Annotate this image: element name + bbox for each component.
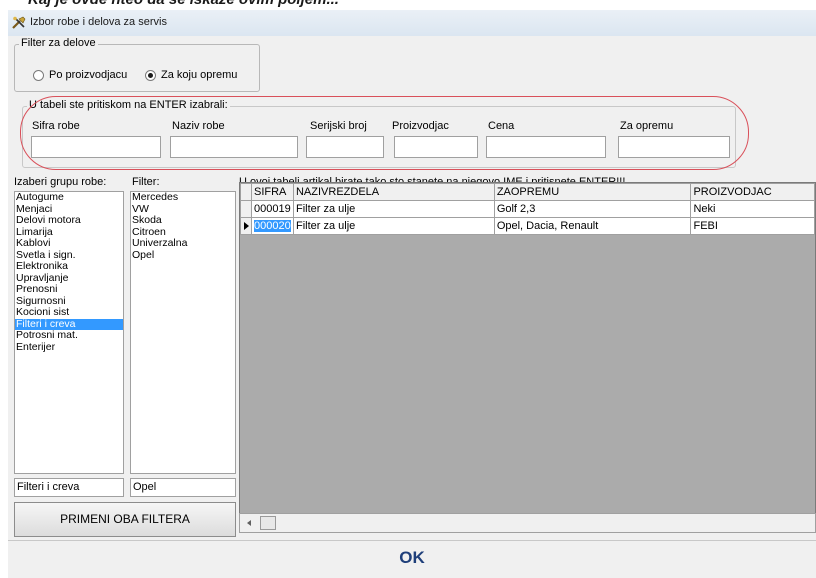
selected-cell-text: 000020	[254, 220, 291, 232]
cell-zaopremu[interactable]: Opel, Dacia, Renault	[493, 217, 692, 235]
title-bar: Izbor robe i delova za servis	[8, 10, 816, 36]
row-indicator	[240, 217, 252, 235]
cena-field[interactable]	[486, 136, 606, 158]
selected-group-field[interactable]: Filteri i creva	[14, 478, 124, 497]
apply-button-label: PRIMENI OBA FILTERA	[60, 512, 190, 526]
cell-proizvodjac[interactable]: Neki	[690, 200, 815, 218]
cell-zaopremu[interactable]: Golf 2,3	[493, 200, 692, 218]
sifra-robe-field[interactable]	[31, 136, 161, 158]
row-indicator-header	[240, 183, 252, 201]
table-header-row: SIFRA NAZIVREZDELA ZAOPREMU PROIZVODJAC	[240, 183, 815, 201]
list-item[interactable]: Enterijer	[15, 341, 123, 354]
articles-grid[interactable]: SIFRA NAZIVREZDELA ZAOPREMU PROIZVODJAC …	[239, 182, 816, 533]
list-item[interactable]: Opel	[131, 249, 235, 262]
list-item[interactable]: Elektronika	[15, 260, 123, 273]
red-highlight-oval	[20, 96, 749, 170]
column-header[interactable]: ZAOPREMU	[493, 183, 692, 201]
filter-groupbox: Filter za delove Po proizvodjacu Za koju…	[14, 37, 260, 92]
arrow-left-icon[interactable]	[242, 514, 258, 532]
filter-label: Filter:	[132, 176, 160, 188]
selected-filter-field[interactable]: Opel	[130, 478, 236, 497]
cell-naziv[interactable]: Filter za ulje	[292, 217, 495, 235]
label-naziv-robe: Naziv robe	[172, 120, 225, 132]
list-item[interactable]: Prenosni	[15, 283, 123, 296]
list-item[interactable]: Kocioni sist	[15, 306, 123, 319]
grid-horizontal-scrollbar[interactable]	[239, 513, 816, 533]
column-header[interactable]: PROIZVODJAC	[690, 183, 815, 201]
table-row-current[interactable]: 000020 Filter za ulje Opel, Dacia, Renau…	[240, 217, 815, 235]
radio-dot	[33, 69, 44, 81]
naziv-robe-field[interactable]	[170, 136, 298, 158]
tools-icon	[12, 16, 26, 29]
triangle-right-icon	[244, 222, 249, 230]
list-item[interactable]: Potrosni mat.	[15, 329, 123, 342]
groups-label: Izaberi grupu robe:	[14, 176, 107, 188]
radio-po-proizvodjacu[interactable]: Po proizvodjacu	[33, 69, 127, 81]
radio-za-koju-opremu[interactable]: Za koju opremu	[145, 69, 237, 81]
ok-button-label: OK	[399, 548, 425, 567]
list-item[interactable]: Autogume	[15, 192, 123, 204]
cell-proizvodjac[interactable]: FEBI	[690, 217, 815, 235]
group-listbox[interactable]: Autogume Menjaci Delovi motora Limarija …	[14, 191, 124, 474]
list-item[interactable]: Univerzalna	[131, 237, 235, 250]
radio-label: Po proizvodjacu	[49, 69, 128, 81]
za-opremu-field[interactable]	[618, 136, 730, 158]
background-window-text: Kaj je ovde hteo da se iskaze ovim polje…	[28, 0, 339, 8]
cell-naziv[interactable]: Filter za ulje	[292, 200, 495, 218]
filter-groupbox-legend: Filter za delove	[19, 37, 98, 49]
cell-sifra[interactable]: 000019	[251, 200, 294, 218]
serijski-broj-field[interactable]	[306, 136, 384, 158]
list-item[interactable]: Skoda	[131, 214, 235, 227]
apply-both-filters-button[interactable]: PRIMENI OBA FILTERA	[14, 502, 236, 537]
list-item[interactable]: Delovi motora	[15, 214, 123, 227]
cell-sifra-selected[interactable]: 000020	[251, 217, 294, 235]
filter-listbox[interactable]: Mercedes VW Skoda Citroen Univerzalna Op…	[130, 191, 236, 474]
column-header[interactable]: NAZIVREZDELA	[292, 183, 495, 201]
label-cena: Cena	[488, 120, 515, 132]
column-header[interactable]: SIFRA	[251, 183, 294, 201]
label-sifra-robe: Sifra robe	[32, 120, 80, 132]
proizvodjac-field[interactable]	[394, 136, 478, 158]
list-item[interactable]: Kablovi	[15, 237, 123, 250]
radio-label: Za koju opremu	[161, 69, 238, 81]
radio-dot-selected	[145, 69, 156, 81]
list-item[interactable]: Mercedes	[131, 192, 235, 204]
ok-button[interactable]: OK	[8, 541, 816, 578]
table-row[interactable]: 000019 Filter za ulje Golf 2,3 Neki	[240, 200, 815, 218]
label-za-opremu: Za opremu	[620, 120, 674, 132]
scroll-thumb[interactable]	[260, 516, 276, 530]
ok-bar: OK	[8, 540, 816, 578]
row-indicator	[240, 200, 252, 218]
window-title: Izbor robe i delova za servis	[30, 16, 167, 28]
articles-table: SIFRA NAZIVREZDELA ZAOPREMU PROIZVODJAC …	[240, 183, 815, 235]
background-window-strip: Kaj je ovde hteo da se iskaze ovim polje…	[0, 0, 816, 10]
label-serijski-broj: Serijski broj	[310, 120, 367, 132]
label-proizvodjac: Proizvodjac	[392, 120, 449, 132]
